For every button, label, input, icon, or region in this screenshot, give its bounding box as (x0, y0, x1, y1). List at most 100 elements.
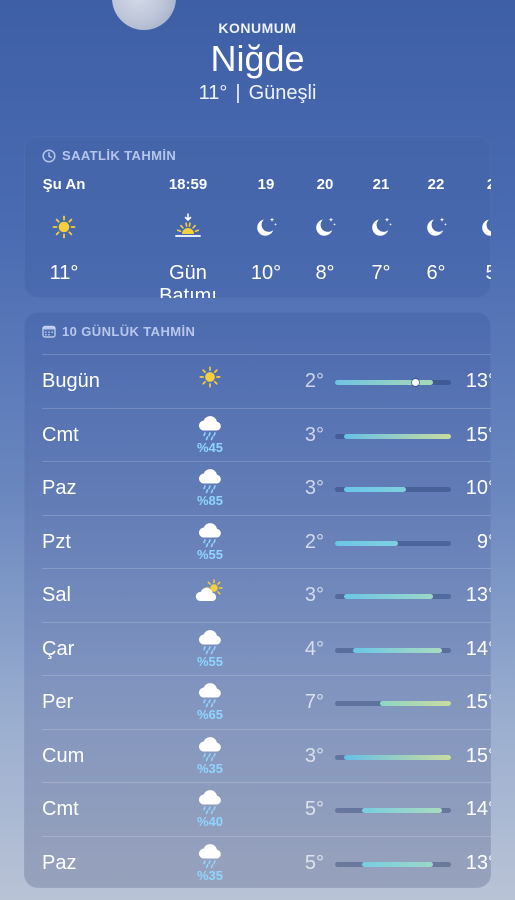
day-icon-wrap: %35 (190, 736, 230, 776)
hourly-forecast-card[interactable]: SAATLİK TAHMİN Şu An 11° 18:59 Gün Batım… (24, 136, 491, 298)
current-condition: Güneşli (248, 82, 317, 104)
hourly-time: 2 (461, 176, 491, 196)
precip-chance: %65 (196, 707, 224, 722)
temp-range-bar (335, 487, 451, 492)
city-name: Niğde (210, 38, 305, 79)
high-temp: 15° (465, 744, 491, 767)
hourly-time: 22 (427, 176, 445, 193)
moon-stars-icon (351, 202, 411, 252)
day-icon-wrap: %85 (190, 468, 230, 508)
temp-range-fill (343, 487, 407, 492)
summary-separator: | (235, 82, 241, 104)
hourly-temp: 10° (250, 262, 282, 284)
temp-range-bar (335, 433, 451, 439)
precip-chance: %40 (196, 814, 224, 829)
temp-range-fill (361, 861, 434, 867)
calendar-icon (42, 325, 56, 338)
daily-row: Bugün 2° 13° (42, 354, 491, 408)
hourly-item: Şu An 11° (34, 176, 94, 285)
hourly-item: 2 5 (461, 176, 491, 285)
cloud-sun-icon (190, 579, 230, 605)
low-temp: 2° (304, 530, 324, 553)
temp-range-bar (335, 754, 451, 760)
temp-range-fill (343, 594, 434, 599)
low-temp: 4° (304, 637, 324, 660)
clock-icon (42, 148, 56, 163)
low-temp: 3° (304, 744, 324, 767)
hourly-temp: 8° (315, 262, 335, 284)
temp-range-fill (361, 808, 443, 813)
moon-stars-icon (236, 202, 296, 252)
temp-range-bar (335, 540, 451, 546)
day-name: Pzt (42, 530, 71, 553)
hourly-temp: 11° (49, 262, 79, 284)
hourly-item: 20 8° (295, 176, 355, 285)
cloud-rain-icon (190, 468, 230, 495)
cloud-rain-icon (190, 522, 230, 549)
daily-row: Çar %55 4° 14° (42, 621, 491, 676)
daily-row: Paz %85 3° 10° (42, 461, 491, 515)
day-icon-wrap: %65 (190, 682, 230, 722)
day-name: Sal (42, 584, 71, 606)
daily-row: Cmt %40 5° 14° (42, 782, 491, 836)
hourly-temp: 6° (426, 262, 446, 284)
temp-range-fill (343, 433, 451, 439)
day-icon-wrap (190, 365, 230, 391)
daily-forecast-card[interactable]: 10 GÜNLÜK TAHMİN Bugün 2° 13° Cmt %45 3°… (24, 312, 491, 888)
day-name: Per (42, 691, 74, 713)
temp-range-fill (379, 701, 451, 706)
hourly-item: 19 10° (236, 176, 296, 285)
high-temp: 14° (465, 798, 491, 820)
cloud-rain-icon (190, 415, 230, 442)
moon-stars-icon (406, 202, 466, 252)
daily-forecast-header: 10 GÜNLÜK TAHMİN (24, 312, 491, 339)
temp-range-bar (335, 861, 451, 867)
high-temp: 15° (465, 691, 491, 713)
location-header: KONUMUM Niğde 11° | Güneşli (0, 20, 515, 105)
location-label: KONUMUM (218, 20, 297, 36)
day-name: Cum (42, 744, 85, 767)
high-temp: 14° (465, 637, 491, 660)
sunset-icon (138, 202, 238, 252)
high-temp: 15° (465, 423, 491, 446)
day-name: Bugün (42, 370, 100, 392)
day-icon-wrap: %40 (190, 789, 230, 829)
precip-chance: %85 (196, 493, 224, 508)
hourly-item: 22 6° (406, 176, 466, 285)
hourly-temp: Gün Batımı (159, 262, 217, 298)
daily-forecast-title: 10 GÜNLÜK TAHMİN (62, 324, 196, 339)
hourly-item: 21 7° (351, 176, 411, 285)
current-temp: 11° (198, 82, 228, 104)
hourly-forecast-title: SAATLİK TAHMİN (62, 148, 177, 163)
hourly-time: 21 (372, 176, 390, 193)
hourly-time: 18:59 (168, 176, 208, 193)
temp-range-bar (335, 647, 451, 653)
day-icon-wrap: %55 (190, 522, 230, 562)
hourly-time: 19 (257, 176, 275, 193)
current-temp-dot (411, 379, 419, 386)
temp-range-fill (352, 647, 442, 653)
sun-icon (34, 202, 94, 252)
hourly-item: 18:59 Gün Batımı (138, 176, 238, 298)
cloud-rain-icon (190, 843, 230, 870)
hourly-temp: 5 (461, 262, 491, 285)
current-summary: 11° | Güneşli (0, 82, 515, 105)
hourly-temp: 7° (371, 262, 391, 284)
day-name: Çar (42, 637, 75, 660)
day-icon-wrap: %55 (190, 629, 230, 669)
low-temp: 7° (304, 691, 324, 713)
daily-row: Cum %35 3° 15° (42, 728, 491, 783)
temp-range-bar (335, 701, 451, 706)
day-icon-wrap: %45 (190, 415, 230, 455)
day-name: Paz (42, 477, 77, 499)
daily-row: Sal 3° 13° (42, 568, 491, 622)
low-temp: 2° (304, 370, 324, 392)
daily-row: Per %65 7° 15° (42, 675, 491, 729)
day-name: Cmt (42, 798, 79, 820)
high-temp: 10° (465, 477, 491, 499)
cloud-rain-icon (190, 682, 230, 709)
low-temp: 5° (304, 798, 324, 820)
day-name: Cmt (42, 423, 79, 446)
low-temp: 3° (304, 423, 324, 446)
high-temp: 13° (465, 584, 491, 606)
